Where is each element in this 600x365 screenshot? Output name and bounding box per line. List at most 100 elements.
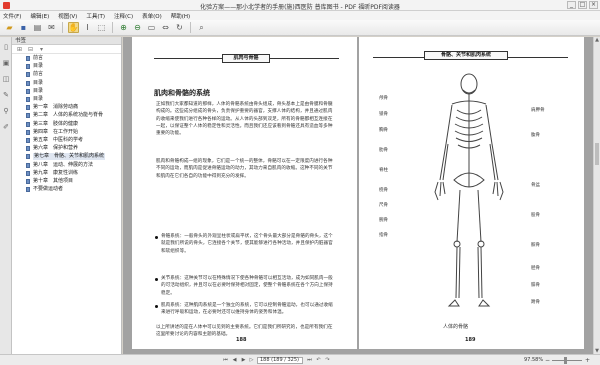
open-icon[interactable]: ▰ — [4, 22, 15, 33]
bookmark-icon — [26, 138, 30, 143]
bookmark-item[interactable]: 第四章 在工作开始 — [12, 129, 122, 136]
bookmark-item[interactable]: 目录 — [12, 63, 122, 70]
menu-view[interactable]: 视图(V) — [58, 12, 77, 20]
bookmark-item[interactable]: 第三章 肢体的健康 — [12, 121, 122, 128]
menu-tools[interactable]: 工具(T) — [86, 12, 105, 20]
layers-tab-icon[interactable]: ◫ — [2, 75, 10, 83]
email-icon[interactable]: ✉ — [46, 22, 57, 33]
page-number: 188 — [236, 337, 247, 343]
play-icon[interactable]: ▶ — [240, 357, 247, 364]
bone-label: 肱骨 — [531, 133, 540, 138]
bookmark-item[interactable]: 第五章 中医科的学考 — [12, 137, 122, 144]
bullet-dot — [155, 305, 158, 308]
app-logo-icon — [3, 2, 10, 9]
bookmark-icon — [26, 154, 30, 160]
bone-label: 尺骨 — [379, 203, 388, 208]
zoom-out-button[interactable]: − — [545, 357, 550, 364]
bone-label: 髌骨 — [531, 243, 540, 248]
bookmark-icon — [26, 80, 30, 86]
hand-tool-icon[interactable]: ✋ — [68, 22, 79, 33]
collapse-all-icon[interactable]: ⊟ — [27, 46, 34, 53]
document-viewer[interactable]: 肌肉与骨骼 肌肉和骨骼的系统 正如我们大家都知道的那样，人体的骨骼系统由骨头组成… — [123, 37, 593, 354]
figure-caption: 人体的骨骼 — [443, 324, 469, 330]
bookmark-label: 第九章 康复性训练 — [33, 169, 79, 176]
zoom-in-icon[interactable]: ⊕ — [118, 22, 129, 33]
bookmark-label: 前言 — [33, 71, 44, 78]
scroll-thumb[interactable] — [595, 143, 599, 165]
zoom-out-icon[interactable]: ⊖ — [132, 22, 143, 33]
bookmark-label: 第八章 运动、伸展的方法 — [33, 161, 94, 168]
pdf-page-left: 肌肉与骨骼 肌肉和骨骼的系统 正如我们大家都知道的那样，人体的骨骼系统由骨头组成… — [132, 37, 357, 349]
menu-comments[interactable]: 注释(C) — [114, 12, 133, 20]
bookmark-item[interactable]: 前言 — [12, 55, 122, 62]
bookmark-item[interactable]: 目录 — [12, 88, 122, 95]
bookmark-item[interactable]: 不要做运动者 — [12, 186, 122, 193]
menu-help[interactable]: 帮助(H) — [171, 12, 190, 20]
bookmark-options-icon[interactable]: ▾ — [38, 46, 45, 53]
zoom-level[interactable]: 97.58% — [524, 357, 543, 363]
page-number-input[interactable]: 188 (189 / 325) — [257, 357, 303, 364]
menu-edit[interactable]: 编辑(E) — [30, 12, 49, 20]
bookmark-item[interactable]: 第二章 人体的系统功能与脊骨 — [12, 112, 122, 119]
bookmark-item[interactable]: 第九章 康复性训练 — [12, 170, 122, 177]
bone-label: 肋骨 — [379, 148, 388, 153]
select-text-icon[interactable]: Ⅰ — [82, 22, 93, 33]
page-header: 肌肉与骨骼 — [222, 54, 270, 63]
scroll-up-icon[interactable]: ▲ — [594, 37, 600, 43]
bookmark-item[interactable]: 第十章 其他项目 — [12, 178, 122, 185]
comments-tab-icon[interactable]: ✎ — [2, 91, 10, 99]
bookmark-icon — [26, 170, 30, 176]
zoom-slider-track[interactable] — [552, 360, 582, 361]
bookmark-label: 前言 — [33, 55, 44, 61]
bookmark-item[interactable]: 前言 — [12, 71, 122, 78]
pages-tab-icon[interactable]: ▣ — [2, 59, 10, 67]
signatures-tab-icon[interactable]: ✐ — [2, 123, 10, 131]
previous-page-icon[interactable]: ◀ — [231, 357, 238, 364]
save-icon[interactable]: ▪ — [18, 22, 29, 33]
page-header: 骨骼、关节和肌肉系统 — [424, 51, 508, 60]
next-page-icon[interactable]: ▷ — [248, 357, 255, 364]
zoom-slider-handle[interactable] — [564, 357, 567, 364]
bookmark-item[interactable]: 目录 — [12, 80, 122, 87]
bookmarks-tab-icon[interactable]: ▯ — [2, 43, 10, 51]
menu-file[interactable]: 文件(F) — [3, 12, 21, 20]
bookmark-icon — [26, 129, 30, 135]
expand-all-icon[interactable]: ⊞ — [16, 46, 23, 53]
fit-page-icon[interactable]: ▭ — [146, 22, 157, 33]
go-forward-icon[interactable]: ↷ — [324, 357, 331, 364]
bone-label: 股骨 — [531, 213, 540, 218]
rotate-icon[interactable]: ↻ — [174, 22, 185, 33]
zoom-in-button[interactable]: + — [585, 357, 590, 364]
print-icon[interactable]: ▤ — [32, 22, 43, 33]
vertical-scrollbar[interactable]: ▲ ▼ — [593, 37, 600, 354]
bookmark-icon — [26, 179, 30, 184]
bone-label: 胫骨 — [531, 266, 540, 271]
menu-forms[interactable]: 表单(O) — [142, 12, 162, 20]
bullet-item: 关节系统：这种关节可以在特殊情况下使各种骨骼可以相互活动，成为如同肌肉一般的可活… — [161, 276, 333, 296]
page-number: 189 — [465, 337, 476, 343]
fit-width-icon[interactable]: ⇔ — [160, 22, 171, 33]
status-bar: ⏮ ◀ ▶ ▷ 188 (189 / 325) ⏭ ↶ ↷ 97.58% − + — [0, 354, 600, 365]
first-page-icon[interactable]: ⏮ — [222, 357, 229, 364]
bookmark-label: 第四章 在工作开始 — [33, 128, 79, 135]
window-controls: _ □ × — [567, 1, 598, 10]
bookmark-item[interactable]: 第八章 运动、伸展的方法 — [12, 162, 122, 169]
toolbar-divider — [112, 22, 113, 33]
bookmark-item[interactable]: 第六章 保护和营养 — [12, 145, 122, 152]
bookmark-item[interactable]: 第一章 消除劳动痛 — [12, 104, 122, 111]
bone-label: 指骨 — [379, 233, 388, 238]
last-page-icon[interactable]: ⏭ — [306, 357, 313, 364]
bookmark-item[interactable]: 第七章 骨骼、关节和肌肉系统 — [12, 153, 122, 161]
bookmark-item[interactable]: 目录 — [12, 96, 122, 103]
maximize-button[interactable]: □ — [578, 1, 587, 9]
bookmark-icon — [26, 162, 30, 168]
main-toolbar: ▰ ▪ ▤ ✉ ✋ Ⅰ ⬚ ⊕ ⊖ ▭ ⇔ ↻ ⌕ — [0, 20, 600, 36]
close-button[interactable]: × — [589, 1, 598, 9]
bookmark-label: 第一章 消除劳动痛 — [33, 104, 79, 111]
minimize-button[interactable]: _ — [567, 1, 576, 9]
go-back-icon[interactable]: ↶ — [315, 357, 322, 364]
attachments-tab-icon[interactable]: ⚲ — [2, 107, 10, 115]
bookmark-icon — [26, 187, 30, 193]
search-icon[interactable]: ⌕ — [196, 22, 207, 33]
snapshot-icon[interactable]: ⬚ — [96, 22, 107, 33]
